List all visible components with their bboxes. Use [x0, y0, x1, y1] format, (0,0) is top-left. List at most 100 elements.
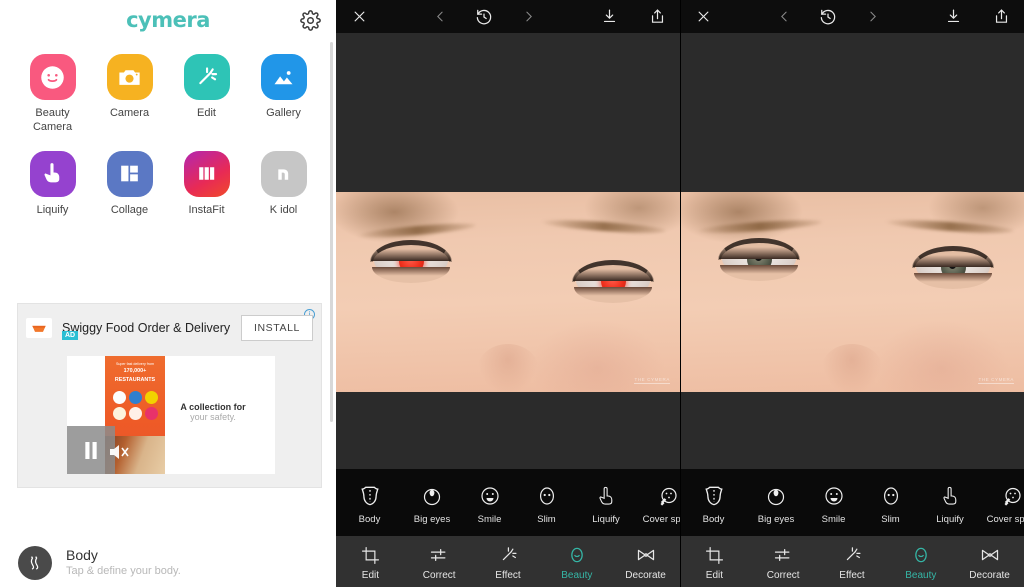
tool-label: Liquify [936, 513, 964, 525]
nav-edit[interactable]: Edit [680, 542, 749, 581]
beauty-tools-strip[interactable]: Body Big eyes Smile Slim Liquify Cover s… [680, 469, 1024, 536]
mute-speaker-icon[interactable] [107, 440, 133, 466]
tool-body[interactable]: Body [680, 481, 747, 525]
sliders-icon [749, 542, 818, 568]
ad-dot [112, 406, 126, 420]
eyelashes [718, 238, 800, 260]
editor-pane-after: THE CYMERA Body Big eyes Smile Slim Liqu… [680, 0, 1024, 587]
nav-effect[interactable]: Effect [818, 542, 887, 581]
app-label: Gallery [266, 107, 301, 119]
tool-cover-spots[interactable]: Cover spots [981, 481, 1024, 525]
app-label: Liquify [36, 203, 69, 216]
bowtie-icon [955, 542, 1024, 568]
tool-liquify[interactable]: Liquify [575, 481, 637, 525]
body-shape-icon [336, 481, 403, 511]
app-shortcut-instafit[interactable]: InstaFit [168, 150, 245, 218]
ad-collection-line1: A collection for [180, 402, 246, 412]
topbar-left-group [348, 6, 370, 28]
big-eye-icon [403, 481, 461, 511]
photo-stage-after[interactable]: THE CYMERA [680, 33, 1024, 469]
history-undo-icon[interactable] [473, 6, 495, 28]
photo-stage-before[interactable]: THE CYMERA [336, 33, 680, 469]
camera-icon [106, 54, 153, 100]
eyebrow [697, 217, 823, 236]
slim-face-icon [518, 481, 575, 511]
body-feature-row[interactable]: Body Tap & define your body. [0, 539, 336, 587]
app-shortcut-edit[interactable]: Edit [168, 54, 245, 135]
nav-beauty[interactable]: Beauty [886, 542, 955, 581]
nav-beauty[interactable]: Beauty [542, 542, 611, 581]
magic-wand-icon [183, 54, 230, 100]
smile-face-icon [461, 481, 518, 511]
body-feature-text: Body Tap & define your body. [66, 547, 181, 578]
app-shortcut-camera[interactable]: Camera [91, 54, 168, 135]
tool-big-eyes[interactable]: Big eyes [403, 481, 461, 525]
chevron-right-icon[interactable] [861, 6, 883, 28]
editor-pane-before: THE CYMERA Body Big eyes Smile Slim Liqu… [336, 0, 680, 587]
photo-image-before[interactable]: THE CYMERA [336, 192, 680, 392]
editor-topbar [680, 0, 1024, 33]
app-shortcut-k-idol[interactable]: K idol [245, 150, 322, 218]
ad-banner[interactable]: i Swiggy Food Order & Delivery AD INSTAL… [17, 303, 322, 488]
close-x-icon[interactable] [692, 6, 714, 28]
app-shortcut-collage[interactable]: Collage [91, 150, 168, 218]
chevron-left-icon[interactable] [429, 6, 451, 28]
nav-effect[interactable]: Effect [474, 542, 543, 581]
ad-dot [144, 406, 158, 420]
ad-title-area: Swiggy Food Order & Delivery AD [62, 321, 241, 340]
app-shortcut-beauty-camera[interactable]: Beauty Camera [14, 54, 91, 135]
nose [821, 344, 883, 392]
scrollbar[interactable] [330, 42, 333, 422]
face-photo: THE CYMERA [680, 192, 1024, 392]
tool-cover-spots[interactable]: Cover spots [637, 481, 680, 525]
chevron-right-icon[interactable] [517, 6, 539, 28]
ad-dot [128, 406, 142, 420]
share-upload-icon[interactable] [646, 6, 668, 28]
topbar-right-group [942, 6, 1012, 28]
eye-left [370, 240, 452, 283]
chevron-left-icon[interactable] [773, 6, 795, 28]
watermark: THE CYMERA [634, 377, 670, 384]
history-undo-icon[interactable] [817, 6, 839, 28]
tool-smile[interactable]: Smile [805, 481, 862, 525]
download-icon[interactable] [598, 6, 620, 28]
editor-bottom-nav[interactable]: Edit Correct Effect Beauty Decorate [336, 536, 680, 587]
tool-smile[interactable]: Smile [461, 481, 518, 525]
tool-label: Body [702, 513, 725, 525]
topbar-history-group [370, 6, 598, 28]
tool-body[interactable]: Body [336, 481, 403, 525]
sliders-icon [405, 542, 474, 568]
cover-spots-icon [981, 481, 1024, 511]
ad-title: Swiggy Food Order & Delivery [62, 321, 231, 335]
nav-decorate[interactable]: Decorate [955, 542, 1024, 581]
nav-edit[interactable]: Edit [336, 542, 405, 581]
ad-video-preview[interactable]: Super fast delivery from 170,000+ RESTAU… [67, 356, 275, 474]
app-shortcut-grid: Beauty Camera Camera Edit Gallery Liquif… [0, 40, 336, 217]
share-upload-icon[interactable] [990, 6, 1012, 28]
download-icon[interactable] [942, 6, 964, 28]
app-label: Camera [109, 107, 150, 119]
photo-image-after[interactable]: THE CYMERA [680, 192, 1024, 392]
tool-label: Liquify [592, 513, 620, 525]
watermark: THE CYMERA [978, 377, 1014, 384]
topbar-left-group [692, 6, 714, 28]
close-x-icon[interactable] [348, 6, 370, 28]
tool-slim[interactable]: Slim [518, 481, 575, 525]
nav-decorate[interactable]: Decorate [611, 542, 680, 581]
editor-bottom-nav[interactable]: Edit Correct Effect Beauty Decorate [680, 536, 1024, 587]
tool-big-eyes[interactable]: Big eyes [747, 481, 805, 525]
nav-label: Decorate [969, 570, 1010, 581]
ad-header: Swiggy Food Order & Delivery AD INSTALL [18, 304, 321, 346]
tool-liquify[interactable]: Liquify [919, 481, 981, 525]
app-root: cymera Beauty Camera Camera Edit Gallery… [0, 0, 1024, 587]
crop-icon [680, 542, 749, 568]
app-shortcut-gallery[interactable]: Gallery [245, 54, 322, 135]
app-shortcut-liquify[interactable]: Liquify [14, 150, 91, 218]
body-subtitle: Tap & define your body. [66, 564, 181, 577]
beauty-tools-strip[interactable]: Body Big eyes Smile Slim Liquify Cover s… [336, 469, 680, 536]
nav-correct[interactable]: Correct [405, 542, 474, 581]
tool-slim[interactable]: Slim [862, 481, 919, 525]
install-button[interactable]: INSTALL [240, 315, 313, 341]
nav-correct[interactable]: Correct [749, 542, 818, 581]
gear-icon[interactable] [298, 8, 322, 32]
